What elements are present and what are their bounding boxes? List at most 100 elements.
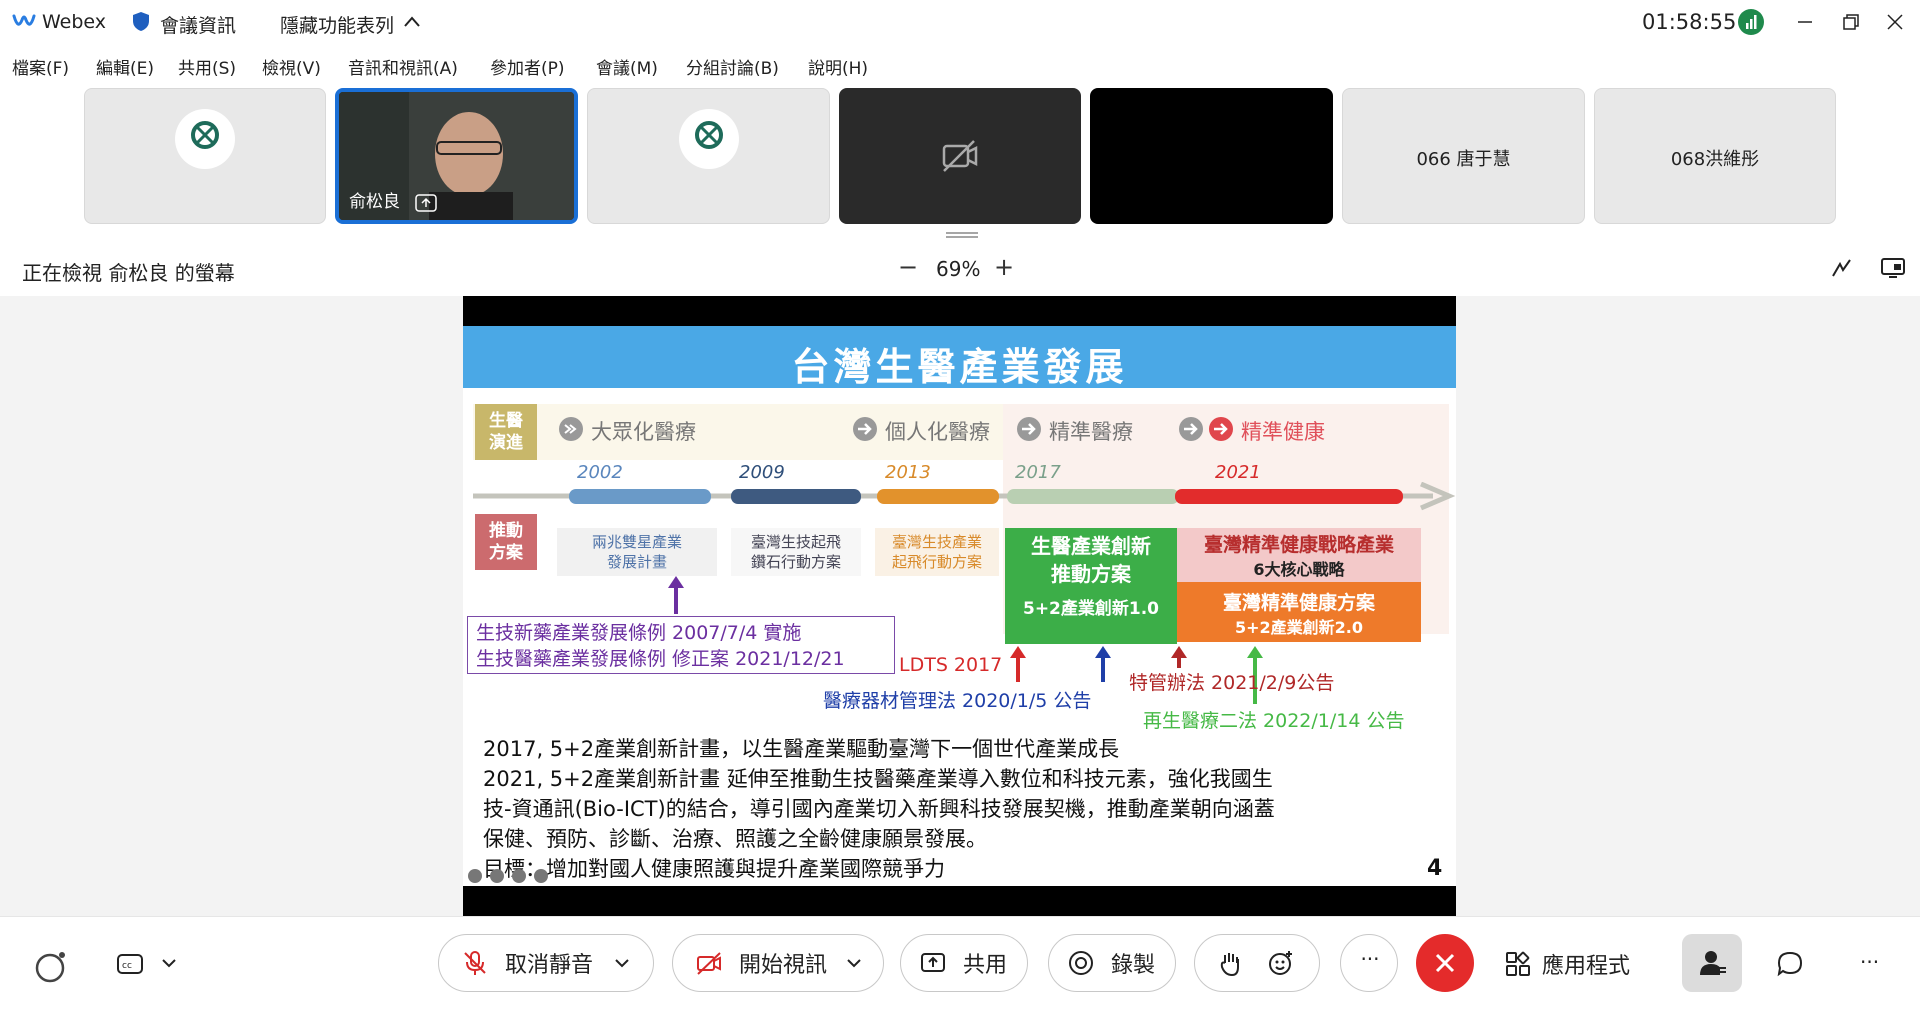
reactions-icon[interactable] bbox=[1267, 949, 1295, 977]
plan-takeoff: 臺灣生技產業 起飛行動方案 bbox=[875, 528, 999, 576]
slide-title: 台灣生醫產業發展 bbox=[791, 344, 1128, 389]
participant-tile-active-speaker[interactable]: 俞松良 bbox=[335, 88, 578, 224]
year-2017: 2017 bbox=[1015, 462, 1061, 483]
menu-view[interactable]: 檢視(V) bbox=[262, 54, 321, 79]
slide-page-number: 4 bbox=[1427, 856, 1443, 881]
biomed-innovation-box: 生醫產業創新 推動方案 5+2產業創新1.0 bbox=[1005, 528, 1177, 644]
captions-icon[interactable]: cc bbox=[116, 952, 146, 978]
menu-audio-video[interactable]: 音訊和視訊(A) bbox=[348, 54, 458, 79]
era-precision-medicine: 精準醫療 bbox=[1049, 420, 1133, 444]
title-bar: Webex 會議資訊 隱藏功能表列 01:58:55 bbox=[0, 0, 1920, 44]
menu-meeting[interactable]: 會議(M) bbox=[596, 54, 658, 79]
menu-help[interactable]: 說明(H) bbox=[808, 54, 868, 79]
participant-tile-5[interactable] bbox=[1090, 88, 1333, 224]
participants-button[interactable] bbox=[1682, 934, 1742, 992]
arrow-right-icon bbox=[1179, 417, 1203, 441]
zoom-level[interactable]: 69% bbox=[936, 257, 980, 281]
plan-diamond: 臺灣生技起飛 鑽石行動方案 bbox=[731, 528, 861, 576]
video-off-icon bbox=[697, 952, 721, 975]
menu-share[interactable]: 共用(S) bbox=[178, 54, 236, 79]
regenerative-medicine-law: 再生醫療二法 2022/1/14 公告 bbox=[1143, 710, 1405, 732]
participant-tile-4[interactable] bbox=[839, 88, 1081, 224]
era-personalized: 個人化醫療 bbox=[885, 420, 990, 444]
reactions-group bbox=[1194, 934, 1320, 992]
fast-forward-icon bbox=[559, 417, 583, 441]
precision-health-plan-box: 臺灣精準健康方案 5+2產業創新2.0 bbox=[1177, 582, 1421, 642]
resize-handle[interactable] bbox=[944, 231, 980, 239]
share-status-text: 正在檢視 俞松良 的螢幕 bbox=[22, 261, 235, 285]
chat-icon[interactable] bbox=[1776, 950, 1804, 978]
arrow-right-icon bbox=[853, 417, 877, 441]
menu-file[interactable]: 檔案(F) bbox=[12, 54, 69, 79]
label-push: 推動 方案 bbox=[475, 514, 537, 570]
minimize-icon[interactable] bbox=[1790, 8, 1820, 36]
year-2009: 2009 bbox=[739, 462, 785, 483]
share-button[interactable]: 共用 bbox=[900, 934, 1028, 992]
participant-tile-7[interactable]: 068洪維彤 bbox=[1594, 88, 1836, 224]
menu-bar: 檔案(F) 編輯(E) 共用(S) 檢視(V) 音訊和視訊(A) 參加者(P) … bbox=[0, 50, 1920, 82]
video-off-icon bbox=[942, 140, 978, 172]
medical-device-law: 醫療器材管理法 2020/1/5 公告 bbox=[823, 690, 1092, 712]
letterbox-bottom bbox=[463, 886, 1456, 916]
special-regulation: 特管辦法 2021/2/9公告 bbox=[1129, 672, 1335, 694]
zoom-out-button[interactable]: − bbox=[898, 253, 918, 281]
meeting-info-button[interactable]: 會議資訊 bbox=[160, 11, 236, 38]
meeting-clock: 01:58:55 bbox=[1642, 10, 1737, 34]
ldts-label: LDTS 2017 bbox=[899, 654, 1003, 676]
svg-text:cc: cc bbox=[122, 961, 132, 971]
year-2013: 2013 bbox=[885, 462, 931, 483]
unmute-button[interactable]: 取消靜音 bbox=[438, 934, 654, 992]
record-button[interactable]: 錄製 bbox=[1048, 934, 1176, 992]
chevron-up-icon[interactable] bbox=[402, 14, 422, 30]
precision-health-strategy-box: 臺灣精準健康戰略產業 6大核心戰略 bbox=[1177, 528, 1421, 582]
shared-slide: 台灣生醫產業發展 生醫 演進 推動 方案 大眾化醫療 個人化醫療 精準醫療 精準健康… bbox=[463, 296, 1456, 916]
plan-two-trillion: 兩兆雙星產業 發展計畫 bbox=[557, 528, 717, 576]
zoom-in-button[interactable]: + bbox=[994, 253, 1014, 281]
annotate-icon[interactable] bbox=[1830, 256, 1854, 280]
year-2021: 2021 bbox=[1215, 462, 1261, 483]
shield-icon[interactable] bbox=[132, 11, 150, 32]
leave-meeting-button[interactable] bbox=[1416, 934, 1474, 992]
letterbox-top bbox=[463, 296, 1456, 326]
hide-menu-bar-button[interactable]: 隱藏功能表列 bbox=[280, 11, 394, 38]
menu-edit[interactable]: 編輯(E) bbox=[96, 54, 154, 79]
label-evolution: 生醫 演進 bbox=[475, 404, 537, 460]
participant-name: 066 唐于慧 bbox=[1416, 149, 1511, 170]
participant-name: 068洪維彤 bbox=[1670, 149, 1760, 170]
year-2002: 2002 bbox=[577, 462, 623, 483]
start-video-button[interactable]: 開始視訊 bbox=[672, 934, 884, 992]
chevron-down-icon[interactable] bbox=[160, 956, 178, 970]
close-icon bbox=[1435, 953, 1455, 973]
apps-button[interactable]: 應用程式 bbox=[1542, 948, 1630, 980]
era-mass-medicine: 大眾化醫療 bbox=[591, 420, 696, 444]
app-name: Webex bbox=[42, 11, 107, 33]
apps-icon[interactable] bbox=[1504, 950, 1532, 978]
share-screen-icon bbox=[921, 953, 945, 972]
ai-assistant-icon[interactable] bbox=[34, 950, 68, 984]
era-precision-health: 精準健康 bbox=[1241, 420, 1325, 444]
timeline bbox=[473, 482, 1456, 511]
view-options-icon[interactable] bbox=[1880, 256, 1906, 280]
microphone-muted-icon bbox=[464, 951, 486, 975]
menu-breakout[interactable]: 分組討論(B) bbox=[686, 54, 779, 79]
biotech-law-box: 生技新藥產業發展條例 2007/7/4 實施 生技醫藥產業發展條例 修正案 20… bbox=[467, 616, 895, 674]
arrow-right-icon bbox=[1209, 417, 1233, 441]
slide-body-text: 2017, 5+2產業創新計畫，以生醫產業驅動臺灣下一個世代產業成長 2021,… bbox=[483, 737, 1275, 881]
chevron-down-icon[interactable] bbox=[845, 956, 863, 970]
slide-navigation-icons[interactable] bbox=[467, 866, 567, 886]
organization-logo bbox=[175, 109, 235, 169]
organization-logo bbox=[678, 109, 739, 169]
raise-hand-icon[interactable] bbox=[1217, 949, 1243, 977]
participant-tile-3[interactable] bbox=[587, 88, 830, 224]
menu-participants[interactable]: 參加者(P) bbox=[490, 54, 565, 79]
more-options-button[interactable]: ··· bbox=[1340, 934, 1398, 992]
restore-icon[interactable] bbox=[1836, 8, 1866, 36]
participant-tile-6[interactable]: 066 唐于慧 bbox=[1342, 88, 1585, 224]
more-panels-button[interactable]: ··· bbox=[1860, 950, 1879, 974]
record-icon bbox=[1069, 951, 1093, 975]
chevron-down-icon[interactable] bbox=[613, 956, 631, 970]
participant-tile-1[interactable] bbox=[84, 88, 326, 224]
webex-logo-icon bbox=[12, 14, 36, 26]
close-icon[interactable] bbox=[1880, 8, 1910, 36]
network-status-icon[interactable] bbox=[1738, 9, 1764, 35]
